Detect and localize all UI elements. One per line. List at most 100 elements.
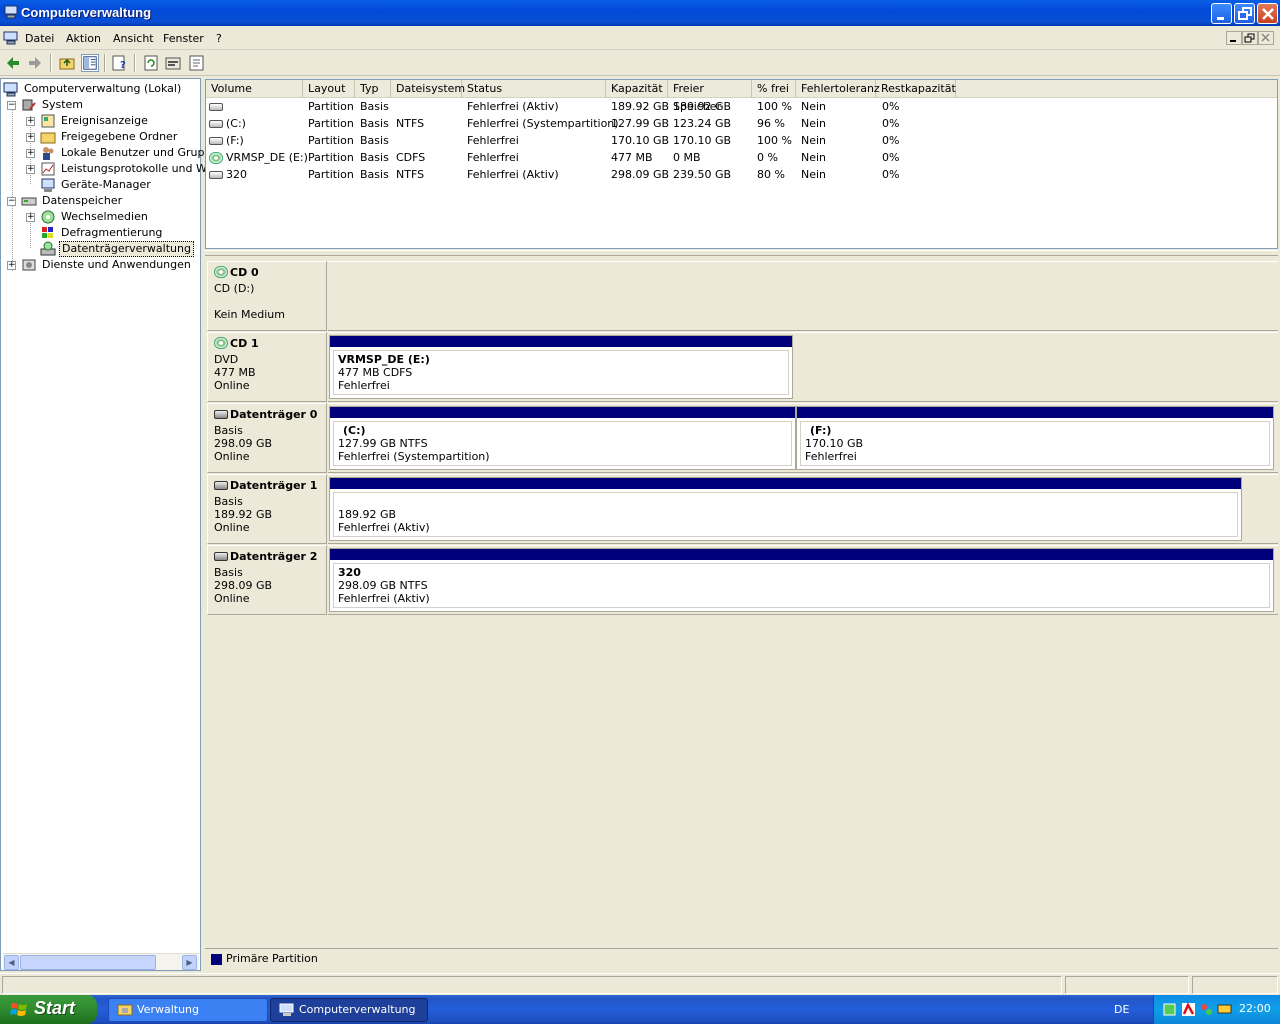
partition-status: Fehlerfrei (Aktiv) xyxy=(338,521,430,534)
taskbar-item-verwaltung[interactable]: Verwaltung xyxy=(108,998,268,1022)
disk-label-cd0[interactable]: CD 0 CD (D:) Kein Medium xyxy=(207,261,327,331)
defragmenter-icon xyxy=(42,227,53,238)
partition-size: 127.99 GB NTFS xyxy=(338,437,428,450)
up-folder-icon[interactable] xyxy=(58,54,76,72)
column-header-dateisystem[interactable]: Dateisystem xyxy=(391,80,465,98)
column-header-freier-speicher[interactable]: Freier Speicher xyxy=(668,80,752,113)
help-icon[interactable]: ? xyxy=(111,54,129,72)
primary-partition-bar xyxy=(330,478,1241,489)
disk-label-datentraeger-2[interactable]: Datenträger 2 Basis 298.09 GB Online xyxy=(207,545,327,615)
column-header-prozent-frei[interactable]: % frei xyxy=(752,80,796,98)
expand-toggle-lokale-benutzer[interactable]: + xyxy=(26,149,35,158)
scroll-left-arrow-icon[interactable]: ◀ xyxy=(4,955,19,970)
expand-toggle-leistungsprotokolle[interactable]: + xyxy=(26,165,35,174)
column-header-volume[interactable]: Volume xyxy=(206,80,303,98)
volume-row[interactable]: (C:) Partition Basis NTFS Fehlerfrei (Sy… xyxy=(206,115,1277,132)
partition-f[interactable]: (F:) 170.10 GB Fehlerfrei xyxy=(796,406,1274,470)
volume-row[interactable]: 320 Partition Basis NTFS Fehlerfrei (Akt… xyxy=(206,166,1277,183)
expand-toggle-dienste[interactable]: + xyxy=(7,261,16,270)
antivirus-icon[interactable] xyxy=(1181,1002,1196,1017)
maximize-button[interactable] xyxy=(1234,3,1255,24)
menu-help[interactable]: ? xyxy=(216,32,222,45)
column-header-restkapazitaet[interactable]: Restkapazität xyxy=(876,80,956,98)
partition-size: 189.92 GB xyxy=(338,508,397,521)
admin-tools-icon xyxy=(117,1004,133,1016)
volume-type: Basis xyxy=(360,134,389,147)
volume-layout: Partition xyxy=(308,151,354,164)
column-header-kapazitaet[interactable]: Kapazität xyxy=(606,80,668,98)
partition-320[interactable]: 320 298.09 GB NTFS Fehlerfrei (Aktiv) xyxy=(329,548,1274,612)
system-tray: 22:00 xyxy=(1153,995,1280,1024)
close-button[interactable] xyxy=(1257,3,1278,24)
back-icon[interactable] xyxy=(4,54,22,72)
volume-capacity: 298.09 GB xyxy=(611,168,670,181)
event-viewer-icon xyxy=(41,114,55,128)
expand-toggle-ereignisanzeige[interactable]: + xyxy=(26,117,35,126)
volume-percent-free: 100 % xyxy=(757,100,792,113)
mdi-close-button[interactable] xyxy=(1258,31,1274,45)
column-header-typ[interactable]: Typ xyxy=(355,80,391,98)
volume-layout: Partition xyxy=(308,117,354,130)
refresh-icon[interactable] xyxy=(142,54,160,72)
column-header-status[interactable]: Status xyxy=(462,80,606,98)
start-button[interactable]: Start xyxy=(0,995,97,1024)
menu-ansicht[interactable]: Ansicht xyxy=(113,32,154,45)
partition-vrmsp-de[interactable]: VRMSP_DE (E:) 477 MB CDFS Fehlerfrei xyxy=(329,335,793,399)
volume-row[interactable]: (F:) Partition Basis Fehlerfrei 170.10 G… xyxy=(206,132,1277,149)
expand-toggle-freigegebene-ordner[interactable]: + xyxy=(26,133,35,142)
volume-list[interactable]: Volume Layout Typ Dateisystem Status Kap… xyxy=(205,79,1278,249)
volume-name: (C:) xyxy=(226,117,246,130)
column-header-layout[interactable]: Layout xyxy=(303,80,355,98)
pane-splitter[interactable] xyxy=(205,250,1278,256)
clock[interactable]: 22:00 xyxy=(1239,1002,1271,1015)
volume-fault-tolerance: Nein xyxy=(801,100,827,113)
display-icon[interactable] xyxy=(1217,1002,1232,1017)
disk-label-cd1[interactable]: CD 1 DVD 477 MB Online xyxy=(207,332,327,402)
properties-icon[interactable] xyxy=(164,54,182,72)
taskbar-item-computerverwaltung[interactable]: Computerverwaltung xyxy=(270,998,428,1022)
task-label: Verwaltung xyxy=(137,1003,199,1016)
toolbar-separator xyxy=(134,54,136,72)
cd-drive-icon xyxy=(214,266,228,278)
volume-row[interactable]: Partition Basis Fehlerfrei (Aktiv) 189.9… xyxy=(206,98,1277,115)
hard-disk-icon xyxy=(214,481,228,490)
menu-datei[interactable]: Datei xyxy=(25,32,54,45)
volume-overhead: 0% xyxy=(882,151,900,164)
volume-row[interactable]: VRMSP_DE (E:) Partition Basis CDFS Fehle… xyxy=(206,149,1277,166)
volume-icon xyxy=(209,171,223,179)
mdi-minimize-button[interactable] xyxy=(1226,31,1242,45)
disk-label-datentraeger-0[interactable]: Datenträger 0 Basis 298.09 GB Online xyxy=(207,403,327,473)
volume-overhead: 0% xyxy=(882,117,900,130)
start-label: Start xyxy=(34,998,76,1018)
primary-partition-swatch xyxy=(211,954,222,965)
disk-graphical-view[interactable]: CD 0 CD (D:) Kein Medium CD 1 DVD 477 MB… xyxy=(205,257,1278,947)
taskbar: Start Verwaltung Computerverwaltung DE 2… xyxy=(0,995,1280,1024)
minimize-button[interactable] xyxy=(1211,3,1232,24)
expand-toggle-wechselmedien[interactable]: + xyxy=(26,213,35,222)
scroll-right-arrow-icon[interactable]: ▶ xyxy=(182,955,197,970)
collapse-toggle-datenspeicher[interactable]: − xyxy=(7,197,16,206)
connection-icon[interactable] xyxy=(1199,1002,1214,1017)
disk-title: CD 0 xyxy=(230,266,259,279)
column-header-fehlertoleranz[interactable]: Fehlertoleranz xyxy=(796,80,880,98)
mmc-document-icon[interactable] xyxy=(3,31,19,45)
disk-label-datentraeger-1[interactable]: Datenträger 1 Basis 189.92 GB Online xyxy=(207,474,327,544)
language-indicator[interactable]: DE xyxy=(1114,1003,1129,1016)
network-icon[interactable] xyxy=(1162,1002,1177,1017)
mdi-restore-button[interactable] xyxy=(1242,31,1258,45)
scroll-thumb[interactable] xyxy=(20,955,156,970)
device-manager-icon xyxy=(41,178,55,192)
disk-info-line: Online xyxy=(214,521,250,534)
console-tree[interactable]: Computerverwaltung (Lokal) − System + Er… xyxy=(0,78,225,971)
partition-c[interactable]: (C:) 127.99 GB NTFS Fehlerfrei (Systempa… xyxy=(329,406,796,470)
minimize-icon xyxy=(1217,17,1224,20)
partition-unnamed[interactable]: 189.92 GB Fehlerfrei (Aktiv) xyxy=(329,477,1242,541)
forward-icon[interactable] xyxy=(26,54,44,72)
collapse-toggle-system[interactable]: − xyxy=(7,101,16,110)
performance-logs-icon xyxy=(41,162,55,176)
menu-aktion[interactable]: Aktion xyxy=(66,32,101,45)
tree-horizontal-scrollbar[interactable]: ◀ ▶ xyxy=(3,953,199,970)
settings-icon[interactable] xyxy=(188,54,206,72)
show-hide-tree-icon[interactable] xyxy=(81,54,99,72)
menu-fenster[interactable]: Fenster xyxy=(163,32,204,45)
